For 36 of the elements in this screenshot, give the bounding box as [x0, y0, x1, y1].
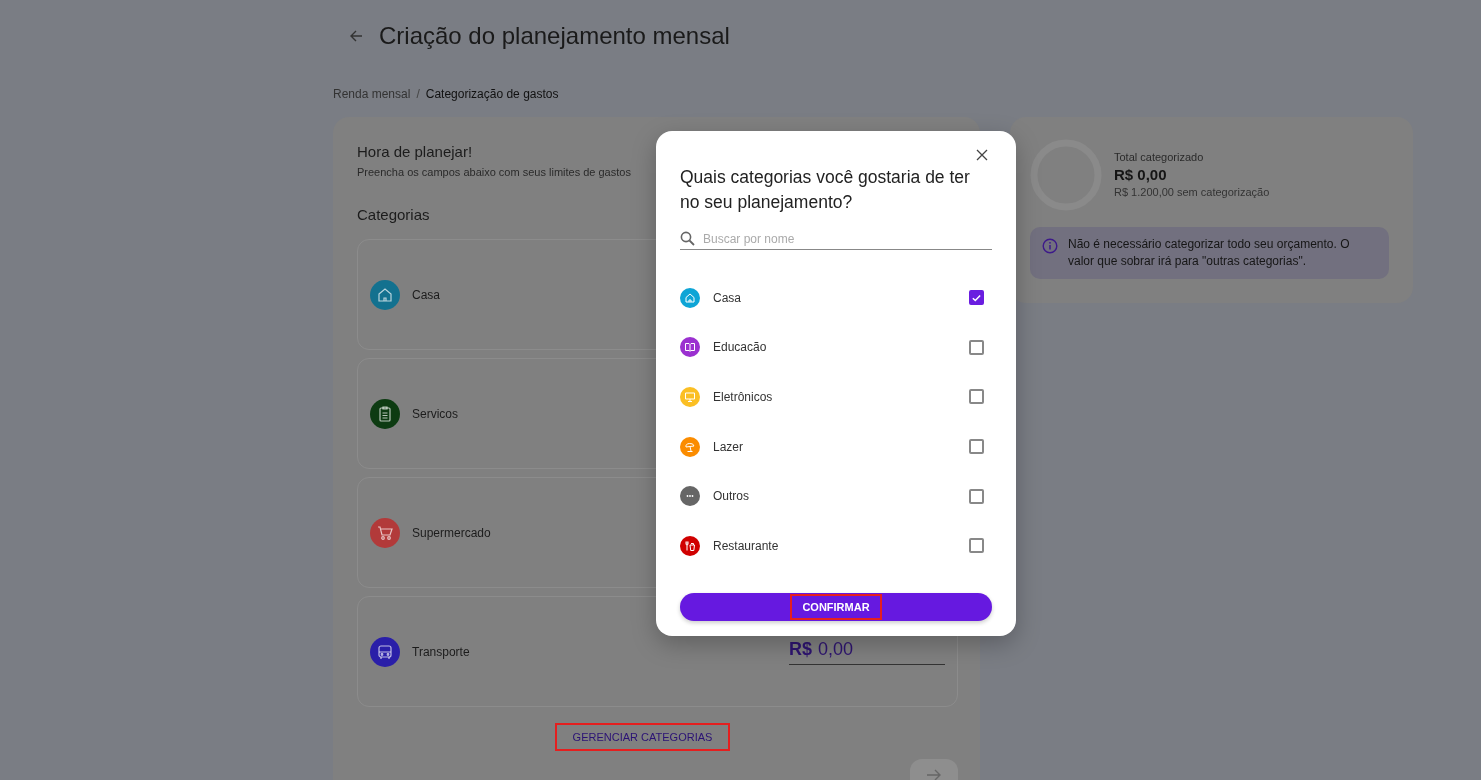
back-arrow-icon[interactable]	[349, 29, 363, 43]
confirm-button[interactable]: CONFIRMAR	[680, 592, 992, 621]
summary-remaining: R$ 1.200,00 sem categorização	[1114, 186, 1270, 198]
category-option-label: Outros	[713, 489, 749, 504]
arrow-right-icon	[926, 769, 942, 780]
category-option-label: Educacão	[713, 340, 767, 355]
category-option-label: Lazer	[713, 439, 744, 454]
checkbox[interactable]	[969, 488, 984, 504]
summary-total: R$ 0,00	[1114, 166, 1168, 183]
checkbox[interactable]	[969, 538, 984, 554]
breadcrumb-item[interactable]: Categorização de gastos	[425, 87, 559, 101]
category-name: Casa	[412, 287, 440, 302]
category-name: Supermercado	[412, 525, 491, 540]
info-text: Não é necessário categorizar todo seu orçamento. O valor que sobrar irá para "outras categorias".	[1068, 236, 1351, 270]
category-option-label: Eletrônicos	[713, 390, 773, 404]
checkbox[interactable]	[969, 439, 984, 455]
close-icon[interactable]	[976, 149, 988, 161]
card-title: Hora de planejar!	[357, 143, 474, 160]
checkbox[interactable]	[969, 339, 984, 355]
amount-field[interactable]: R$ 0,00	[789, 638, 945, 665]
checkbox[interactable]	[969, 389, 984, 405]
summary-label: Total categorizado	[1114, 151, 1205, 163]
breadcrumb-separator: /	[416, 87, 420, 101]
category-option-label: Casa	[713, 290, 741, 305]
checkbox[interactable]	[969, 290, 984, 306]
dialog-title: Quais categorias você gostaria de ter no seu planejamento?	[680, 166, 971, 214]
category-name: Transporte	[412, 644, 470, 659]
page-title: Criação do planejamento mensal	[379, 22, 730, 50]
info-icon	[1042, 238, 1058, 254]
section-title: Categorias	[357, 206, 431, 223]
search-icon	[680, 231, 695, 246]
card-subtitle: Preencha os campos abaixo com seus limites de gastos	[357, 166, 631, 178]
category-name: Servicos	[412, 406, 458, 421]
breadcrumb-item[interactable]: Renda mensal	[333, 87, 411, 101]
category-option-label: Restaurante	[713, 538, 779, 553]
manage-categories-button[interactable]: GERENCIAR CATEGORIAS	[554, 723, 731, 751]
